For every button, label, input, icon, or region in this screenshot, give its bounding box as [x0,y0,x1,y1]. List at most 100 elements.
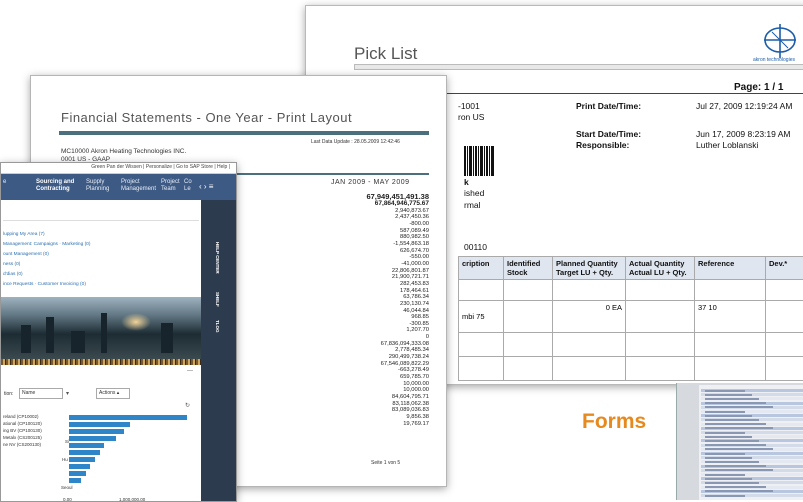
table-cell [766,301,803,333]
dropdown-icon[interactable]: ▾ [66,390,69,397]
col-actual-quantity: Actual Quantity Actual LU + Qty. [626,257,695,280]
table-row [459,357,803,381]
nav-item-supply-planning[interactable]: Supply Planning [86,179,116,193]
bar[interactable] [69,450,100,455]
last-update: Last Data Update : 28.05.2009 12:42:46 [311,139,400,145]
bar[interactable] [69,457,95,462]
nav-arrows-icon[interactable]: ‹ › ≡ [199,182,213,191]
nav-item-project-mgmt[interactable]: Project Management [121,179,161,193]
financial-value: 83,118,062.38 [286,401,429,408]
bar-label: reland (CP10002) [3,414,39,419]
bar[interactable] [69,478,81,483]
financial-title: Financial Statements - One Year - Print … [61,110,352,125]
bar[interactable] [69,436,116,441]
list-row-text [705,411,745,413]
actions-button[interactable]: Actions ▴ [96,388,130,399]
list-row-text [705,390,745,392]
chart-panel: — tion: Name ▾ Actions ▴ ↻ reland (CP100… [1,365,201,501]
list-row [701,431,803,434]
col-description: cription [459,257,504,280]
financial-value: 282,453.83 [286,281,429,288]
table-cell [504,333,553,357]
financial-value: 10,000.00 [286,381,429,388]
nav-item-0[interactable]: e [3,179,6,186]
tab-shelf[interactable]: SHELF [215,292,220,307]
bar[interactable] [69,471,86,476]
bar[interactable] [69,415,187,420]
list-row [701,435,803,438]
financial-value: 178,464.61 [286,288,429,295]
financial-value: 84,604,795.71 [286,394,429,401]
table-cell: mbi 75 [459,301,504,333]
table-cell [695,333,766,357]
value-column: 67,949,451,491.3867,864,946,775.672,940,… [286,192,429,427]
list-row [701,452,803,455]
list-row-text [705,406,773,408]
list-row [701,465,803,468]
nav-item-project-team[interactable]: Project Team [161,179,181,193]
links-panel: lupping My Area (7) Management: Campaign… [1,200,201,297]
list-row [701,481,803,484]
table-cell [695,280,766,301]
financial-value: -550.00 [286,254,429,261]
list-row-text [705,495,745,497]
list-row [701,448,803,451]
table-cell [626,280,695,301]
top-links[interactable]: Green Pan der Wissen | Personalize | Go … [91,164,230,170]
list-row-text [705,490,773,492]
pick-list-title: Pick List [354,44,417,64]
link-item[interactable]: lupping My Area (7) [3,232,45,237]
nav-item-sourcing[interactable]: Sourcing and Contracting [36,179,76,193]
financial-value: 19,769.17 [286,421,429,428]
responsible-label: Responsible: [576,140,629,150]
link-item[interactable]: ount Management (0) [3,252,49,257]
list-row [701,469,803,472]
fiori-app-window: Green Pan der Wissen | Personalize | Go … [0,162,237,502]
link-item[interactable]: d'dias (0) [3,272,23,277]
tab-help-center[interactable]: HELP CENTER [215,242,220,274]
table-cell [626,357,695,381]
refresh-icon[interactable]: ↻ [185,402,190,409]
list-row-text [705,486,766,488]
title-rule [59,131,429,135]
list-row [701,460,803,463]
list-row-text [705,415,752,417]
table-cell [459,280,504,301]
location-fragment: ron US [458,112,484,122]
financial-value: 968.85 [286,314,429,321]
list-row-text [705,440,759,442]
link-item[interactable]: ness (0) [3,262,20,267]
bar-label: ational (CP100120) [3,421,42,426]
financial-value: -41,000.00 [286,261,429,268]
list-row [701,418,803,421]
building-shape [71,331,85,353]
bar[interactable] [69,422,130,427]
list-row-text [705,394,752,396]
table-cell [626,301,695,333]
table-row [459,333,803,357]
start-date-value: Jun 17, 2009 8:23:19 AM [696,129,791,139]
table-cell: 37 10 [695,301,766,333]
tab-tlog[interactable]: TLOG [215,320,220,333]
bar[interactable] [69,429,124,434]
link-item[interactable]: Management: Campaigns · Marketing (0) [3,242,90,247]
col-planned-quantity: Planned Quantity Target LU + Qty. [553,257,626,280]
start-date-label: Start Date/Time: [576,129,641,139]
financial-value: 626,674.70 [286,248,429,255]
table-cell [695,357,766,381]
table-cell [766,333,803,357]
table-cell [766,357,803,381]
filter-select[interactable]: Name [19,388,63,399]
list-row [701,410,803,413]
bar[interactable] [69,464,90,469]
col-reference: Reference [695,257,766,280]
link-item[interactable]: ince Requests · Customer Invoicing (0) [3,282,86,287]
nav-item-more[interactable]: Co Le [184,179,196,193]
table-header-row: cription Identified Stock Planned Quanti… [459,257,803,280]
bar-label: ing BV (CP100130) [3,428,42,433]
table-cell [626,333,695,357]
table-cell [459,333,504,357]
list-row-text [705,436,752,438]
collapse-icon[interactable]: — [187,368,193,374]
bar[interactable] [69,443,104,448]
